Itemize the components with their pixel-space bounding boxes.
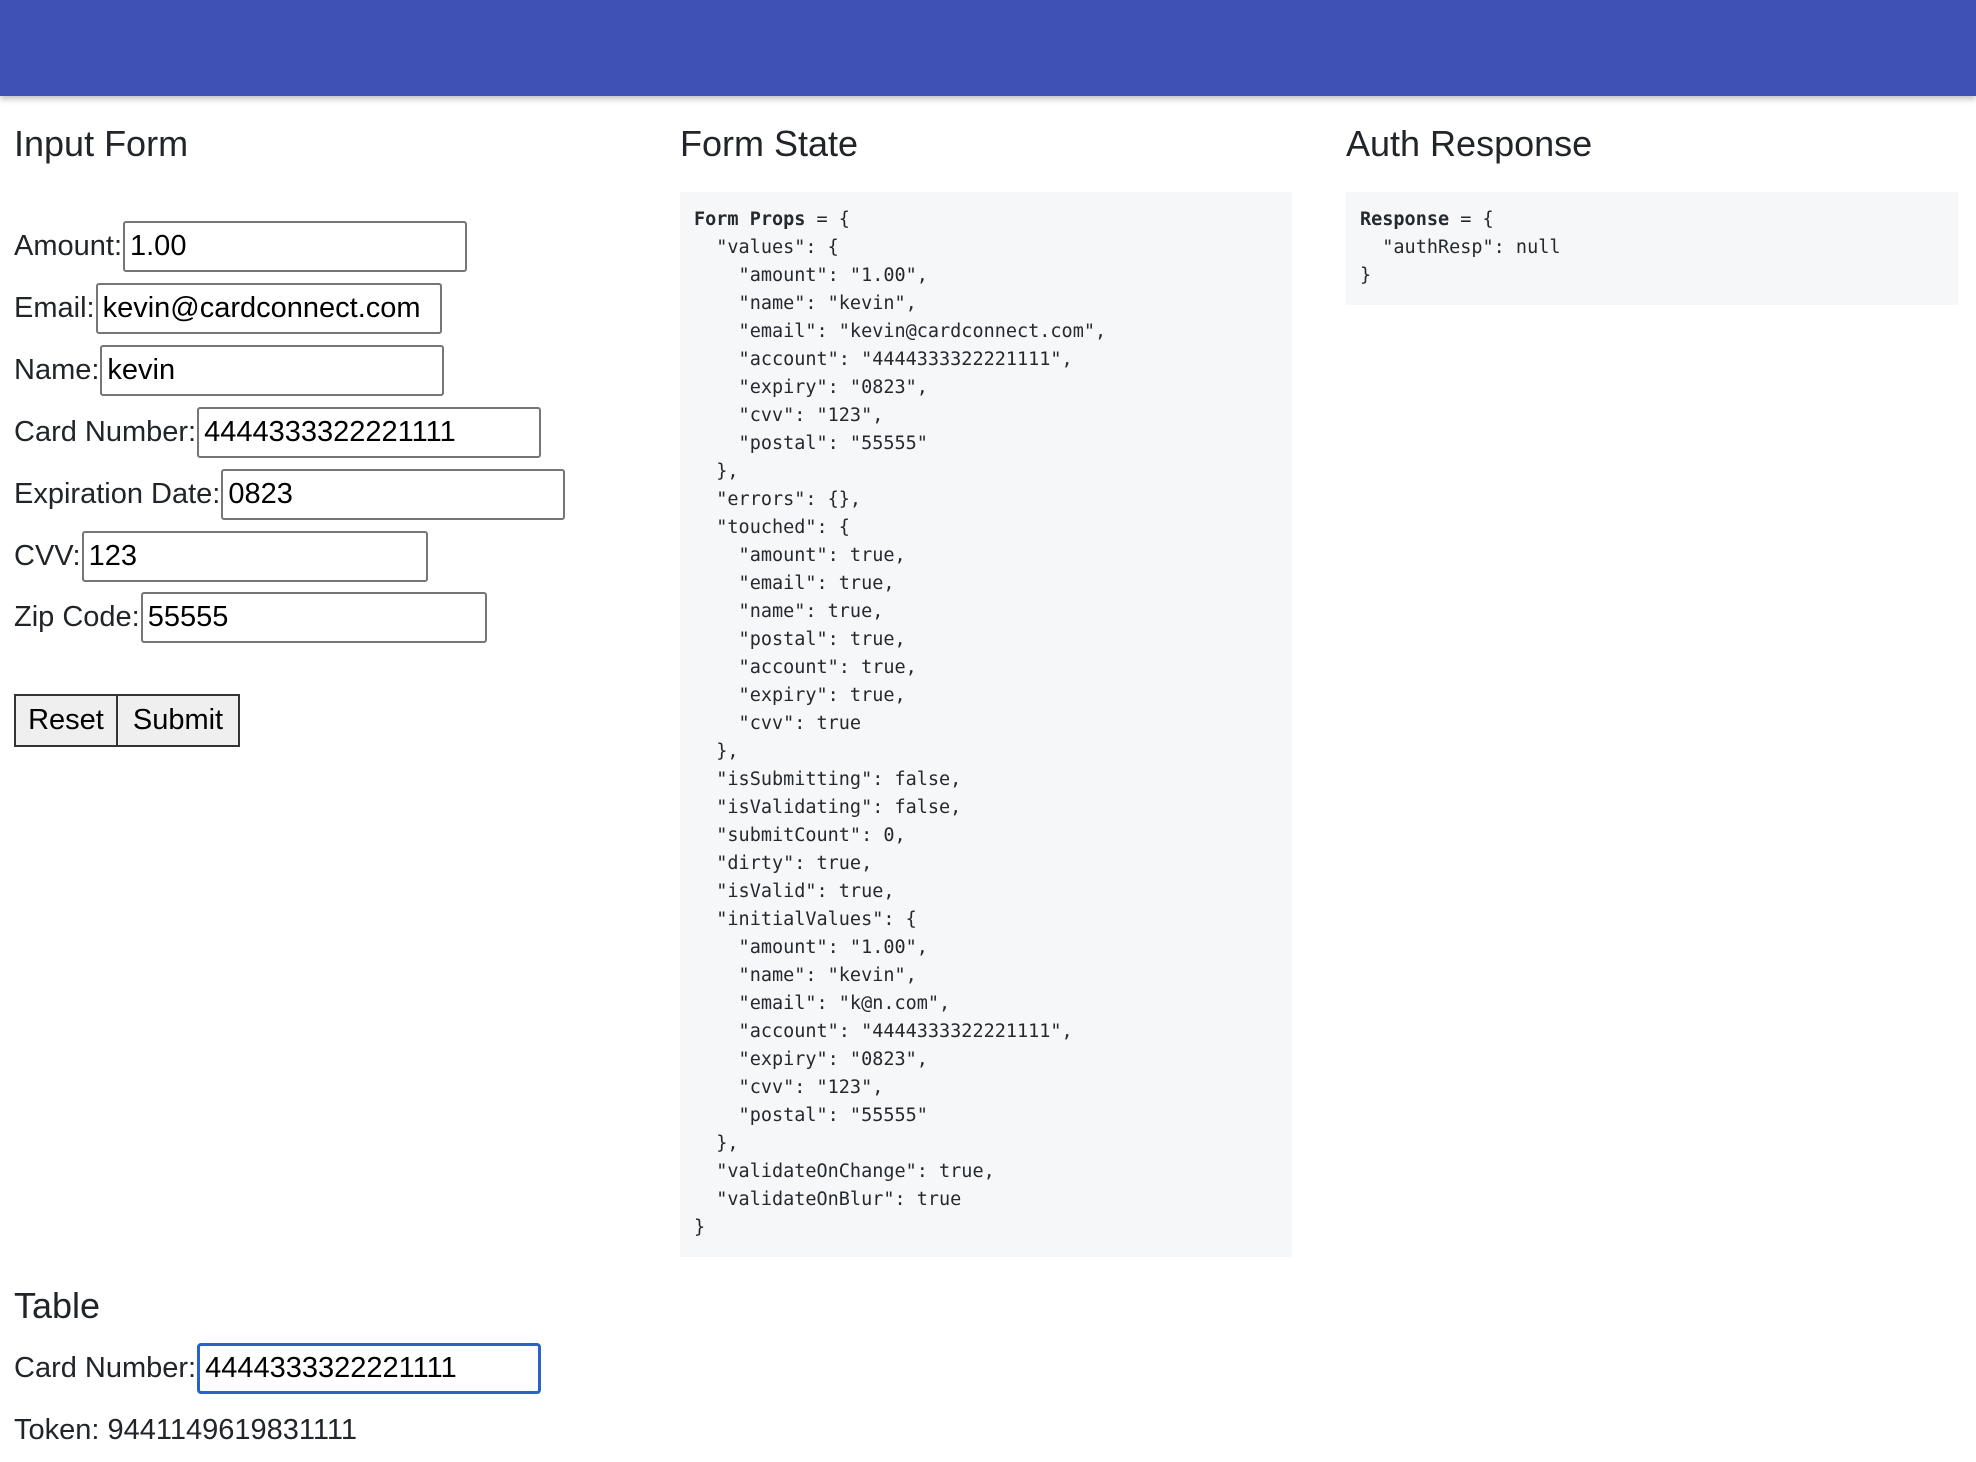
auth-response-line: "authResp": null [1360, 237, 1561, 258]
response-label: Response [1360, 209, 1450, 230]
form-state-line: "postal": "55555" [694, 1105, 928, 1126]
form-props-label: Form Props [694, 209, 806, 230]
name-label: Name: [14, 354, 100, 386]
form-state-line: "cvv": "123", [694, 1077, 884, 1098]
form-state-line: }, [694, 1133, 739, 1154]
form-state-line: "amount": true, [694, 545, 906, 566]
form-state-line: "expiry": "0823", [694, 1049, 928, 1070]
card-number-input[interactable] [197, 407, 542, 458]
zip-code-row: Zip Code: [14, 592, 487, 643]
cvv-input[interactable] [81, 531, 428, 582]
form-state-line: "validateOnChange": true, [694, 1161, 995, 1182]
form-state-line: "isValid": true, [694, 881, 895, 902]
expiration-date-input[interactable] [221, 469, 566, 520]
form-state-line: "account": "4444333322221111", [694, 1021, 1073, 1042]
form-state-line: }, [694, 461, 739, 482]
card-number-row: Card Number: [14, 407, 542, 458]
form-state-line: "submitCount": 0, [694, 825, 906, 846]
form-state-line: "errors": {}, [694, 489, 862, 510]
card-number-label: Card Number: [14, 416, 197, 448]
form-state-line: "email": true, [694, 573, 895, 594]
form-state-line: "amount": "1.00", [694, 265, 928, 286]
expiration-date-label: Expiration Date: [14, 478, 221, 510]
form-state-title: Form State [680, 123, 859, 164]
cvv-label: CVV: [14, 540, 81, 572]
amount-label: Amount: [14, 230, 122, 262]
submit-button[interactable]: Submit [116, 694, 240, 747]
auth-response-code: Response = { "authResp": null} [1346, 192, 1958, 305]
form-state-line: "email": "kevin@cardconnect.com", [694, 321, 1107, 342]
email-row: Email: [14, 283, 442, 334]
form-state-line: "email": "k@n.com", [694, 993, 951, 1014]
form-state-line: "values": { [694, 237, 839, 258]
table-card-number-label: Card Number: [14, 1352, 197, 1384]
amount-input[interactable] [123, 221, 467, 272]
form-state-line: "dirty": true, [694, 853, 873, 874]
app-bar [0, 0, 1976, 96]
auth-response-lines: "authResp": null} [1360, 234, 1944, 290]
form-state-code: Form Props = { "values": { "amount": "1.… [680, 192, 1292, 1257]
form-state-line: "postal": true, [694, 629, 906, 650]
auth-response-title: Auth Response [1346, 123, 1593, 164]
zip-code-input[interactable] [140, 592, 487, 643]
form-state-line: "touched": { [694, 517, 850, 538]
form-state-line: "isValidating": false, [694, 797, 962, 818]
response-open: = { [1449, 209, 1494, 230]
form-state-line: "account": true, [694, 657, 917, 678]
form-state-lines: "values": { "amount": "1.00", "name": "k… [694, 234, 1278, 1242]
form-state-line: }, [694, 741, 739, 762]
form-state-line: "validateOnBlur": true [694, 1189, 962, 1210]
form-state-line: "amount": "1.00", [694, 937, 928, 958]
amount-row: Amount: [14, 221, 467, 272]
table-title: Table [14, 1285, 101, 1326]
token-text: Token: 9441149619831111 [14, 1414, 357, 1446]
auth-response-line: } [1360, 265, 1372, 286]
form-state-line: "expiry": true, [694, 685, 906, 706]
form-state-line: } [694, 1217, 706, 1238]
reset-button[interactable]: Reset [14, 694, 118, 747]
form-state-line: "name": "kevin", [694, 965, 917, 986]
email-label: Email: [14, 292, 95, 324]
form-state-line: "postal": "55555" [694, 433, 928, 454]
form-state-line: "name": true, [694, 601, 884, 622]
form-state-line: "cvv": "123", [694, 405, 884, 426]
input-form-title: Input Form [14, 123, 189, 164]
form-props-open: = { [805, 209, 850, 230]
form-state-line: "isSubmitting": false, [694, 769, 962, 790]
form-state-line: "initialValues": { [694, 909, 917, 930]
zip-code-label: Zip Code: [14, 601, 140, 633]
email-input[interactable] [95, 283, 442, 334]
name-row: Name: [14, 345, 445, 396]
expiration-date-row: Expiration Date: [14, 469, 566, 520]
form-state-line: "cvv": true [694, 713, 862, 734]
cvv-row: CVV: [14, 531, 428, 582]
form-state-line: "expiry": "0823", [694, 377, 928, 398]
form-state-line: "account": "4444333322221111", [694, 349, 1073, 370]
name-input[interactable] [100, 345, 445, 396]
form-state-line: "name": "kevin", [694, 293, 917, 314]
table-card-number-input[interactable] [197, 1343, 542, 1394]
table-card-number-row: Card Number: [14, 1343, 542, 1394]
